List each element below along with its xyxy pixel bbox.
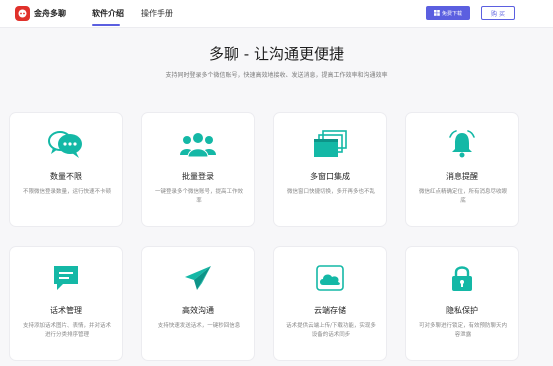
feature-desc: 支持快速发送话术，一键秒回信息 <box>157 323 241 329</box>
feature-desc: 微信红点精确定位，所有消息尽收眼底 <box>418 189 507 204</box>
message-icon <box>54 266 78 290</box>
top-header: 金舟多聊 软件介绍 操作手册 免费下载 购 买 <box>0 0 553 28</box>
feature-desc: 话术提供云端上传/下载功能，实现多设备的话术同步 <box>286 323 376 338</box>
page-subtitle: 支持同时登录多个微信账号，快速高效地接收、发送消息，提高工作效率和沟通效率 <box>165 72 388 79</box>
feature-desc: 可对多聊进行锁定，有效预防聊天内容泄露 <box>418 323 507 338</box>
bell-icon <box>449 130 475 158</box>
nav-active-indicator <box>92 24 120 26</box>
feature-desc: 一键登录多个微信账号，提高工作效率 <box>154 189 243 204</box>
windows-icon <box>314 130 347 157</box>
feature-title: 云端存储 <box>314 306 346 315</box>
feature-desc: 支持添加话术图片、表情，并对话术进行分类排序管理 <box>22 323 111 338</box>
nav-manual[interactable]: 操作手册 <box>141 8 173 19</box>
feature-title: 批量登录 <box>182 172 214 181</box>
feature-desc: 微信窗口快捷切换，多开再多也不乱 <box>286 189 375 195</box>
paper-plane-icon <box>185 266 211 290</box>
feature-card-batch-login: 批量登录 一键登录多个微信账号，提高工作效率 <box>141 112 255 227</box>
chat-bubbles-icon <box>48 131 82 158</box>
nav-software-intro[interactable]: 软件介绍 <box>92 8 124 19</box>
users-icon <box>180 132 216 158</box>
page-title: 多聊 - 让沟通更便捷 <box>209 45 344 63</box>
feature-card-cloud-storage: 云端存储 话术提供云端上传/下载功能，实现多设备的话术同步 <box>273 246 387 361</box>
feature-card-notification: 消息提醒 微信红点精确定位，所有消息尽收眼底 <box>405 112 519 227</box>
feature-title: 消息提醒 <box>446 172 478 181</box>
buy-button[interactable]: 购 买 <box>481 6 515 20</box>
cloud-storage-icon <box>316 265 344 291</box>
windows-logo-icon <box>433 10 440 16</box>
feature-title: 隐私保护 <box>446 306 478 315</box>
feature-title: 话术管理 <box>50 306 82 315</box>
feature-desc: 不限微信登录数量，运行快速不卡顿 <box>22 189 111 195</box>
lock-icon <box>452 266 472 291</box>
feature-title: 高效沟通 <box>182 306 214 315</box>
download-label: 免费下载 <box>441 10 462 17</box>
feature-card-unlimited: 数量不限 不限微信登录数量，运行快速不卡顿 <box>9 112 123 227</box>
download-button[interactable]: 免费下载 <box>426 6 470 20</box>
logo-icon[interactable] <box>15 6 30 21</box>
feature-card-multi-window: 多窗口集成 微信窗口快捷切换，多开再多也不乱 <box>273 112 387 227</box>
feature-card-efficient-communication: 高效沟通 支持快速发送话术，一键秒回信息 <box>141 246 255 361</box>
brand-name[interactable]: 金舟多聊 <box>34 8 66 19</box>
feature-title: 多窗口集成 <box>310 172 350 181</box>
feature-card-privacy: 隐私保护 可对多聊进行锁定，有效预防聊天内容泄露 <box>405 246 519 361</box>
feature-card-script-management: 话术管理 支持添加话术图片、表情，并对话术进行分类排序管理 <box>9 246 123 361</box>
feature-title: 数量不限 <box>50 172 82 181</box>
